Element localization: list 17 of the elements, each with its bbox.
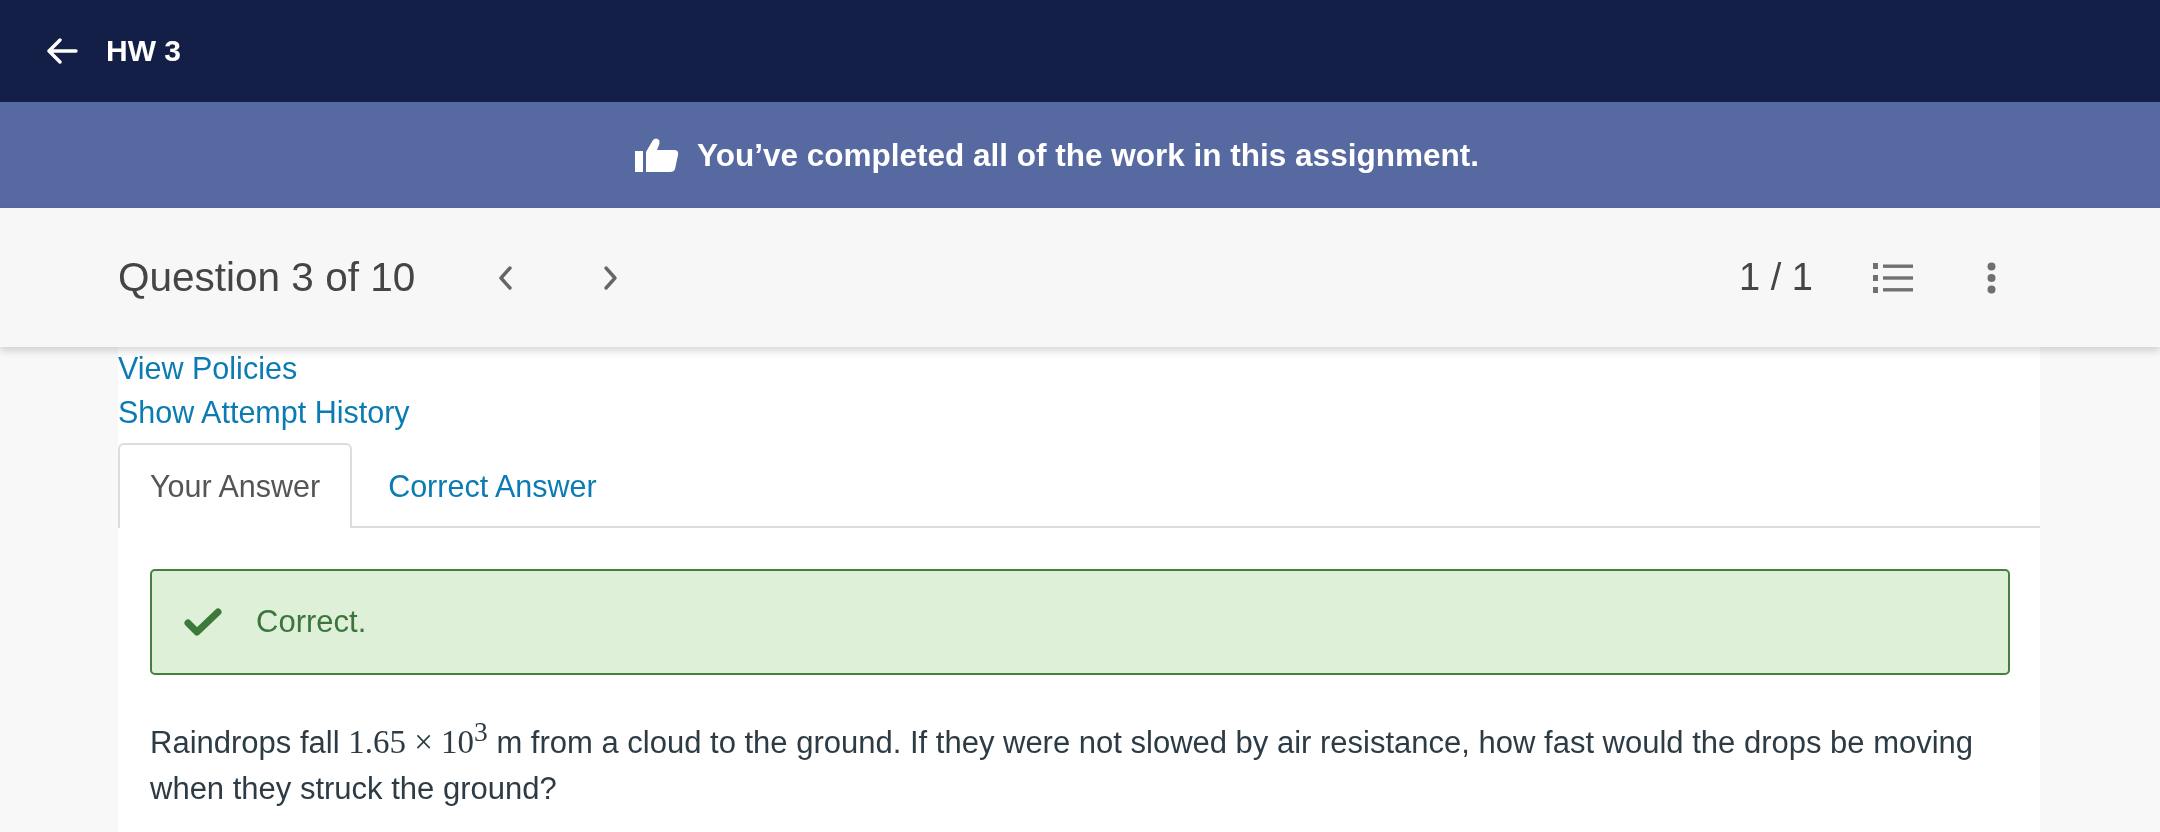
answer-tab[interactable]: Your Answer [118,443,353,528]
arrow-left-icon [46,38,78,64]
view-policies-link[interactable]: View Policies [118,349,298,387]
checkmark-icon [184,607,222,637]
thumbs-up-icon [635,138,680,172]
question-text: Raindrops fall 1.65 × 10$^{3}$ m from a cloud to the ground. If they were not slowed by air resistance, how fast would the drops be moving when they struck the ground? [150,715,1975,808]
feedback-message: Correct. [256,604,367,640]
chevron-right-icon [603,264,620,291]
attempt-history-link[interactable]: Show Attempt History [118,393,410,431]
answer-tab[interactable]: Correct Answer [352,443,633,528]
question-number: Question 3 of 10 [118,254,416,301]
list-icon [1873,261,1913,294]
completion-message: You’ve completed all of the work in this assignment. [697,136,1479,174]
assignment-title: HW 3 [106,34,181,68]
kebab-menu-icon [1987,261,1996,294]
chevron-left-icon [497,264,514,291]
page-counter: 1 / 1 [1739,256,1813,299]
